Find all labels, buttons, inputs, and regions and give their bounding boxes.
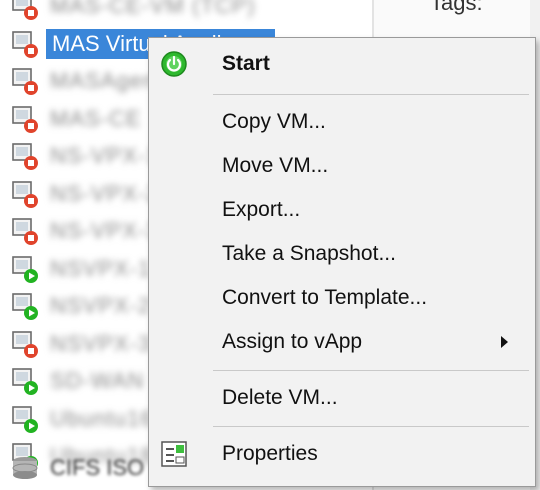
menu-label-export: Export...	[222, 198, 301, 221]
menu-label-take-snapshot: Take a Snapshot...	[222, 242, 396, 265]
menu-label-delete-vm: Delete VM...	[222, 386, 338, 409]
menu-item-move-vm[interactable]: Move VM...	[149, 144, 535, 188]
vm-label: NS-VPX-3	[50, 218, 160, 243]
vm-label: MASAgent	[50, 68, 164, 93]
menu-item-assign-vapp[interactable]: Assign to vApp	[149, 320, 535, 364]
menu-separator	[213, 426, 529, 427]
vm-label: NSVPX-2	[50, 293, 152, 318]
vm-label: NS-VPX-2	[50, 180, 160, 206]
menu-item-start[interactable]: Start	[149, 42, 535, 86]
vm-stopped-icon	[12, 30, 38, 58]
vm-label: Ubuntu16	[50, 405, 154, 431]
menu-label-start: Start	[222, 52, 270, 75]
vm-label: NS-VPX-1	[50, 143, 160, 168]
vm-stopped-icon	[12, 180, 38, 208]
vm-stopped-icon	[12, 218, 38, 245]
vm-running-icon	[12, 293, 38, 320]
menu-label-move-vm: Move VM...	[222, 154, 329, 177]
power-on-icon	[161, 51, 187, 77]
vm-running-icon	[12, 255, 38, 283]
menu-item-convert-template[interactable]: Convert to Template...	[149, 276, 535, 320]
vm-label: MAS-CE	[50, 105, 142, 131]
vm-stopped-icon	[12, 105, 38, 133]
storage-icon	[12, 457, 38, 479]
vm-stopped-icon	[12, 68, 38, 95]
vm-label: NSVPX-1	[50, 255, 152, 281]
vm-label: SD-WAN	[50, 368, 145, 393]
menu-item-copy-vm[interactable]: Copy VM...	[149, 100, 535, 144]
vm-stopped-icon	[12, 0, 38, 20]
vm-label: MAS-CE-VM (TCP)	[50, 0, 256, 18]
menu-label-properties: Properties	[222, 442, 318, 465]
vm-label: NSVPX-3	[50, 330, 152, 356]
submenu-arrow-icon	[501, 336, 508, 348]
menu-label-copy-vm: Copy VM...	[222, 110, 326, 133]
menu-item-export[interactable]: Export...	[149, 188, 535, 232]
vm-context-menu: Start Copy VM... Move VM... Export... Ta…	[148, 37, 536, 487]
vm-running-icon	[12, 368, 38, 395]
vm-stopped-icon	[12, 143, 38, 170]
menu-item-properties[interactable]: Properties	[149, 432, 535, 476]
properties-icon	[161, 441, 187, 467]
vm-running-icon	[12, 405, 38, 433]
tags-label: Tags:	[430, 0, 483, 15]
menu-label-assign-vapp: Assign to vApp	[222, 330, 363, 353]
menu-label-convert-template: Convert to Template...	[222, 286, 428, 309]
menu-item-take-snapshot[interactable]: Take a Snapshot...	[149, 232, 535, 276]
vm-stopped-icon	[12, 330, 38, 358]
menu-item-delete-vm[interactable]: Delete VM...	[149, 376, 535, 420]
menu-separator	[213, 370, 529, 371]
menu-separator	[213, 94, 529, 95]
